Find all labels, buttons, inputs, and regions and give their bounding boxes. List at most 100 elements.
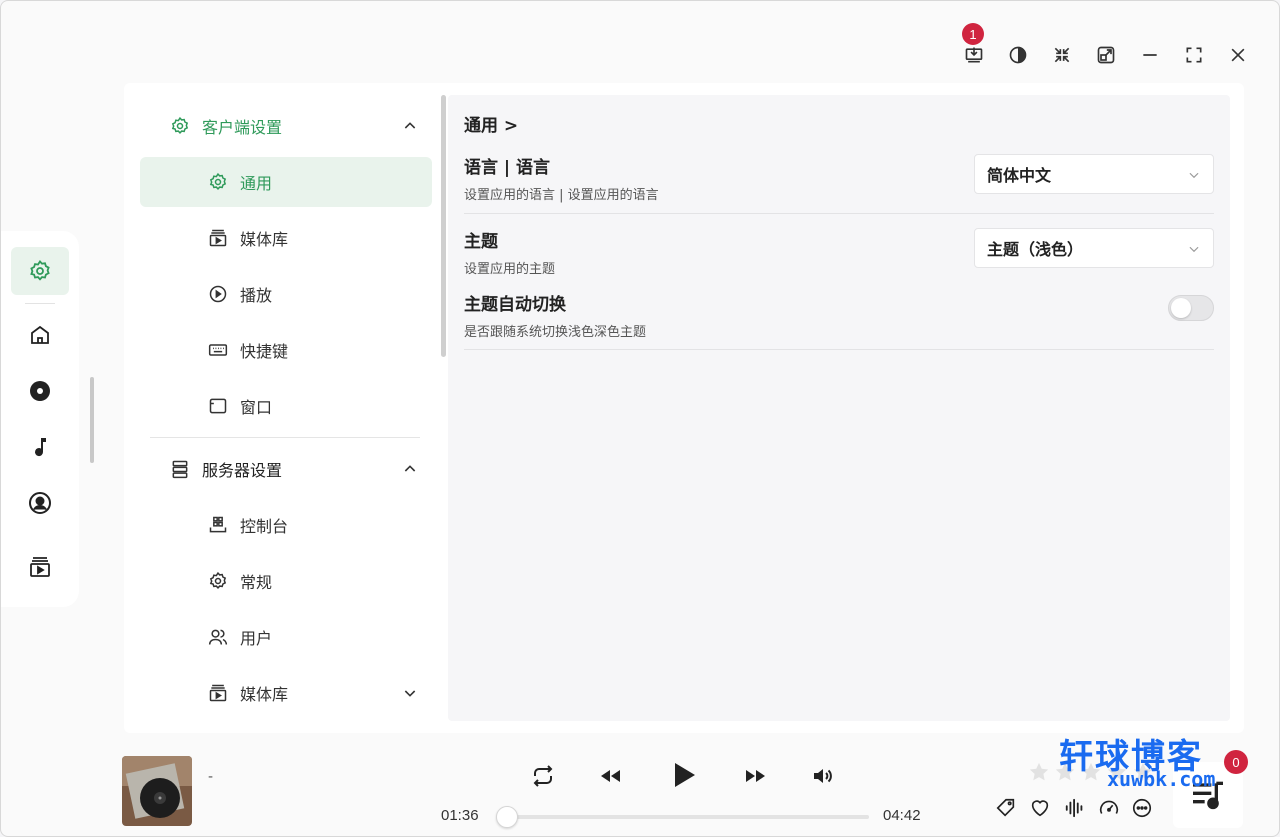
waveform-button[interactable] bbox=[1062, 795, 1088, 821]
setting-desc: 是否跟随系统切换浅色深色主题 bbox=[464, 325, 647, 340]
toggle-knob bbox=[1171, 298, 1191, 318]
rail-artist[interactable] bbox=[11, 479, 69, 527]
speed-button[interactable] bbox=[1096, 795, 1122, 821]
rail-home[interactable] bbox=[11, 311, 69, 359]
settings-nav: 客户端设置 通用 媒体库 播放 快捷键 窗口 服务器设置 控制台 常规 用户 媒… bbox=[124, 83, 444, 733]
tag-button[interactable] bbox=[993, 795, 1019, 821]
download-icon bbox=[965, 47, 983, 63]
album-cover[interactable] bbox=[122, 756, 192, 826]
server-icon bbox=[170, 459, 190, 479]
nav-item-window[interactable]: 窗口 bbox=[140, 381, 432, 431]
titlebar-controls: 1 bbox=[959, 23, 1253, 73]
star-icon[interactable] bbox=[1028, 761, 1050, 783]
rewind-icon bbox=[601, 770, 620, 782]
rail-scrollbar[interactable] bbox=[90, 377, 94, 463]
total-time: 04:42 bbox=[883, 807, 921, 824]
rail-divider bbox=[25, 303, 55, 304]
nav-group-server[interactable]: 服务器设置 bbox=[140, 445, 432, 493]
nav-item-label: 常规 bbox=[240, 573, 273, 592]
nav-item-label: 快捷键 bbox=[240, 342, 289, 361]
maximize-icon bbox=[1186, 47, 1202, 63]
setting-theme: 主题 设置应用的主题 主题（浅色） bbox=[464, 227, 1214, 277]
nav-item-label: 播放 bbox=[240, 286, 273, 305]
nav-item-label: 控制台 bbox=[240, 517, 289, 536]
settings-content: 通用 > 语言 | 语言 设置应用的语言 | 设置应用的语言 简体中文 主题 设… bbox=[448, 95, 1230, 721]
nav-item-general-server[interactable]: 常规 bbox=[140, 556, 432, 606]
play-circle-icon bbox=[208, 284, 228, 304]
users-icon bbox=[208, 627, 228, 647]
rail-settings[interactable] bbox=[11, 247, 69, 295]
waveform-icon bbox=[1065, 798, 1083, 818]
theme-contrast-icon bbox=[1009, 46, 1027, 64]
breadcrumb: 通用 > bbox=[464, 116, 519, 136]
nav-item-media-library[interactable]: 媒体库 bbox=[140, 213, 432, 263]
gear-icon bbox=[208, 571, 228, 591]
star-icon[interactable] bbox=[1080, 761, 1102, 783]
nav-item-label: 通用 bbox=[240, 174, 273, 193]
close-button[interactable] bbox=[1223, 40, 1253, 70]
nav-item-playback[interactable]: 播放 bbox=[140, 269, 432, 319]
tag-icon bbox=[996, 798, 1015, 817]
maximize-button[interactable] bbox=[1179, 40, 1209, 70]
nav-item-shortcuts[interactable]: 快捷键 bbox=[140, 325, 432, 375]
fast-forward-icon bbox=[746, 770, 765, 782]
window-icon bbox=[208, 396, 228, 416]
previous-button[interactable] bbox=[594, 759, 628, 793]
favorite-button[interactable] bbox=[1027, 795, 1053, 821]
more-button[interactable] bbox=[1129, 795, 1155, 821]
nav-group-label: 客户端设置 bbox=[202, 118, 283, 137]
theme-toggle-button[interactable] bbox=[1003, 40, 1033, 70]
media-library-icon bbox=[208, 683, 228, 703]
minimize-icon bbox=[1143, 54, 1157, 56]
current-time: 01:36 bbox=[441, 807, 479, 824]
repeat-icon bbox=[533, 765, 553, 787]
dashboard-icon bbox=[208, 515, 228, 535]
nav-group-label: 服务器设置 bbox=[202, 461, 283, 480]
nav-scrollbar[interactable] bbox=[441, 95, 446, 357]
chevron-down-icon bbox=[404, 690, 416, 697]
nav-divider bbox=[150, 437, 420, 438]
star-icon[interactable] bbox=[1054, 761, 1076, 783]
nav-item-dashboard[interactable]: 控制台 bbox=[140, 500, 432, 550]
nav-item-label: 媒体库 bbox=[240, 685, 289, 704]
star-icon[interactable] bbox=[1132, 761, 1154, 783]
play-button[interactable] bbox=[661, 753, 705, 797]
keyboard-icon bbox=[208, 340, 228, 360]
home-icon bbox=[31, 325, 49, 344]
popout-button[interactable] bbox=[1091, 40, 1121, 70]
popout-icon bbox=[1097, 46, 1115, 64]
download-button[interactable]: 1 bbox=[959, 23, 989, 70]
progress-thumb[interactable] bbox=[496, 806, 518, 828]
language-select[interactable]: 简体中文 bbox=[974, 154, 1214, 194]
close-icon bbox=[1231, 48, 1245, 62]
setting-language: 语言 | 语言 设置应用的语言 | 设置应用的语言 简体中文 bbox=[464, 153, 1214, 203]
divider bbox=[464, 349, 1214, 350]
next-button[interactable] bbox=[738, 759, 772, 793]
rail-songs[interactable] bbox=[11, 423, 69, 471]
chevron-up-icon bbox=[404, 465, 416, 472]
nav-item-label: 窗口 bbox=[240, 398, 273, 417]
nav-item-label: 用户 bbox=[240, 629, 273, 648]
rail-album[interactable] bbox=[11, 367, 69, 415]
chevron-up-icon bbox=[404, 122, 416, 129]
music-note-icon bbox=[35, 438, 46, 457]
rail-library[interactable] bbox=[11, 543, 69, 591]
minimize-button[interactable] bbox=[1135, 40, 1165, 70]
star-icon[interactable] bbox=[1106, 761, 1128, 783]
gear-icon bbox=[208, 172, 228, 192]
nav-item-general[interactable]: 通用 bbox=[140, 157, 432, 207]
nav-item-media-library-server[interactable]: 媒体库 bbox=[140, 668, 432, 718]
collapse-button[interactable] bbox=[1047, 40, 1077, 70]
nav-group-client[interactable]: 客户端设置 bbox=[140, 102, 432, 150]
auto-theme-toggle[interactable] bbox=[1168, 295, 1214, 321]
gear-icon bbox=[30, 260, 50, 281]
repeat-button[interactable] bbox=[526, 759, 560, 793]
theme-select[interactable]: 主题（浅色） bbox=[974, 228, 1214, 268]
progress-bar[interactable] bbox=[496, 806, 869, 828]
nav-item-label: 媒体库 bbox=[240, 230, 289, 249]
download-badge: 1 bbox=[962, 23, 984, 45]
volume-button[interactable] bbox=[806, 759, 840, 793]
nav-item-users[interactable]: 用户 bbox=[140, 612, 432, 662]
settings-panel: 客户端设置 通用 媒体库 播放 快捷键 窗口 服务器设置 控制台 常规 用户 媒… bbox=[124, 83, 1244, 733]
gear-icon bbox=[170, 116, 190, 136]
